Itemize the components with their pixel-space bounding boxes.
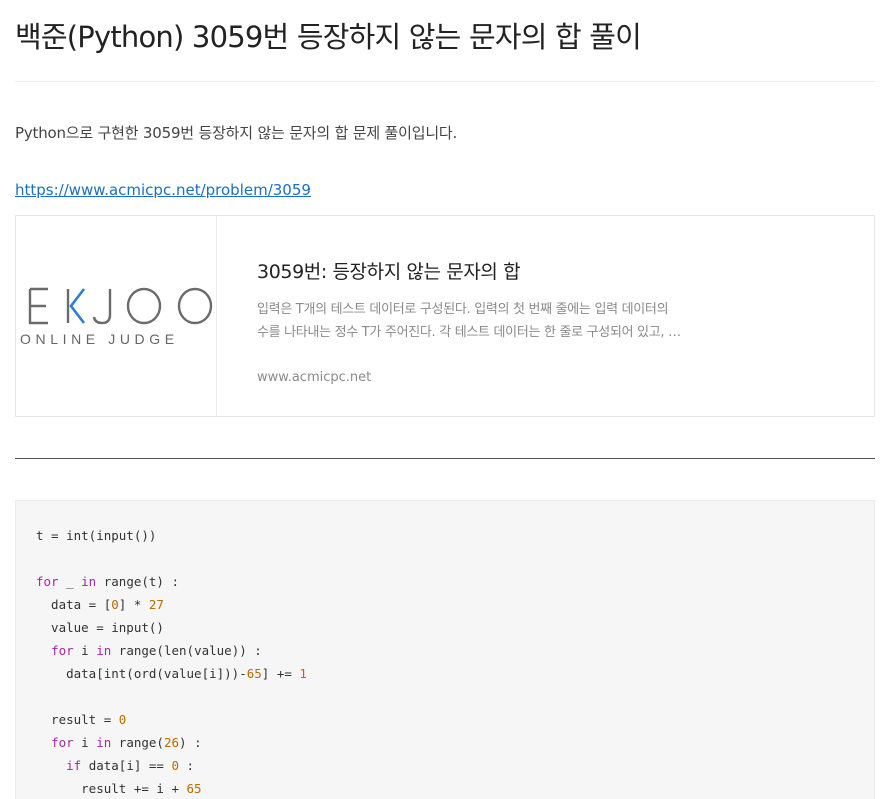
code-token: result = bbox=[36, 712, 119, 727]
code-line: result = 0 bbox=[36, 708, 307, 731]
code-line: data[int(ord(value[i]))-65] += 1 bbox=[36, 662, 307, 685]
code-line: value = input() bbox=[36, 616, 307, 639]
code-line: for _ in range(t) : bbox=[36, 570, 307, 593]
code-token: 0 bbox=[171, 758, 180, 773]
code-token: data[int(ord(value[i]))- bbox=[36, 666, 247, 681]
code-token: i bbox=[73, 643, 97, 658]
code-line: for i in range(26) : bbox=[36, 731, 307, 754]
code-line: result += i + 65 bbox=[36, 777, 307, 799]
problem-link[interactable]: https://www.acmicpc.net/problem/3059 bbox=[15, 181, 311, 199]
code-block: t = int(input()) for _ in range(t) : data… bbox=[15, 500, 875, 799]
code-token: in bbox=[96, 643, 112, 658]
code-token: 65 bbox=[246, 666, 262, 681]
code-token: _ bbox=[58, 574, 82, 589]
preview-description: 입력은 T개의 테스트 데이터로 구성된다. 입력의 첫 번째 줄에는 입력 데… bbox=[257, 298, 727, 344]
code-content: t = int(input()) for _ in range(t) : data… bbox=[36, 524, 307, 799]
code-token: 1 bbox=[299, 666, 307, 681]
code-token: 0 bbox=[111, 597, 119, 612]
code-line: if data[i] == 0 : bbox=[36, 754, 307, 777]
code-token: for bbox=[51, 735, 74, 750]
code-token: range(t) : bbox=[96, 574, 180, 589]
code-token: 0 bbox=[118, 712, 127, 727]
preview-title: 3059번: 등장하지 않는 문자의 합 bbox=[257, 261, 521, 283]
code-token: value = input() bbox=[36, 620, 164, 635]
link-preview-card[interactable]: ONLINE JUDGE 3059번: 등장하지 않는 문자의 합 입력은 T개… bbox=[15, 215, 875, 417]
code-token: 27 bbox=[148, 597, 164, 612]
code-token: for bbox=[51, 643, 74, 658]
code-token: 65 bbox=[186, 781, 202, 796]
code-token: i bbox=[73, 735, 97, 750]
preview-description-line: 수를 나타내는 정수 T가 주어진다. 각 테스트 데이터는 한 줄로 구성되어… bbox=[257, 325, 681, 340]
logo-subtitle: ONLINE JUDGE bbox=[20, 331, 179, 347]
code-token: range( bbox=[111, 735, 164, 750]
code-token: data[i] == bbox=[81, 758, 172, 773]
blog-post-page: 백준(Python) 3059번 등장하지 않는 문자의 합 풀이 Python… bbox=[0, 0, 892, 799]
post-intro: Python으로 구현한 3059번 등장하지 않는 문자의 합 문제 풀이입니… bbox=[15, 124, 458, 142]
code-token: range(len(value)) : bbox=[111, 643, 262, 658]
code-token: ] += bbox=[261, 666, 300, 681]
code-line: for i in range(len(value)) : bbox=[36, 639, 307, 662]
code-line: t = int(input()) bbox=[36, 524, 307, 547]
code-token: 26 bbox=[163, 735, 180, 750]
code-token: t = int(input()) bbox=[36, 528, 157, 543]
code-token: if bbox=[66, 758, 82, 773]
post-title: 백준(Python) 3059번 등장하지 않는 문자의 합 풀이 bbox=[15, 20, 642, 54]
preview-thumbnail: ONLINE JUDGE bbox=[16, 216, 217, 416]
code-token: ] * bbox=[118, 597, 149, 612]
title-divider bbox=[15, 81, 875, 82]
preview-domain: www.acmicpc.net bbox=[257, 370, 372, 385]
code-line: data = [0] * 27 bbox=[36, 593, 307, 616]
section-divider bbox=[15, 458, 875, 459]
code-token: data = [ bbox=[36, 597, 112, 612]
code-token: in bbox=[96, 735, 112, 750]
preview-description-line: 입력은 T개의 테스트 데이터로 구성된다. 입력의 첫 번째 줄에는 입력 데… bbox=[257, 302, 669, 317]
code-token: : bbox=[179, 758, 195, 773]
code-token: result += i + bbox=[36, 781, 187, 796]
code-token: in bbox=[81, 574, 97, 589]
code-token: ) : bbox=[179, 735, 202, 750]
code-token: for bbox=[36, 574, 59, 589]
baekjoon-logo bbox=[28, 287, 213, 325]
